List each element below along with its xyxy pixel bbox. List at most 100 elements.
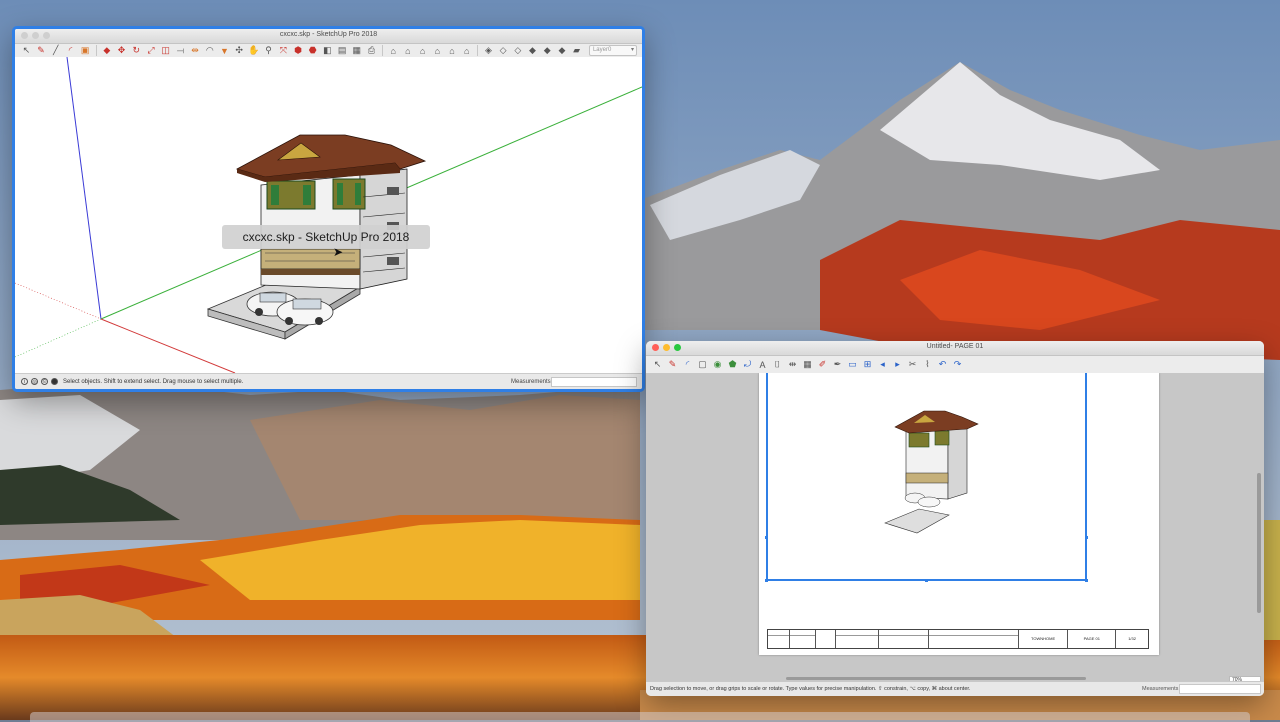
layer-icon[interactable]: ▰ bbox=[570, 44, 583, 57]
grip-handle[interactable] bbox=[1085, 579, 1088, 582]
zoom-extents-icon[interactable]: ⤧ bbox=[277, 44, 290, 57]
paint-bucket-icon[interactable]: ▼ bbox=[218, 44, 231, 57]
next-page-icon[interactable]: ▸ bbox=[891, 358, 904, 371]
status-message: Drag selection to move, or drag grips to… bbox=[650, 686, 971, 692]
arc-tool-icon[interactable]: ◜ bbox=[64, 44, 77, 57]
vertical-scrollbar[interactable] bbox=[1257, 473, 1261, 613]
sketchup-window[interactable]: cxcxc.skp - SketchUp Pro 2018 ↖ ✎ ╱ ◜ ▣ … bbox=[12, 26, 645, 392]
rectangle-tool-icon[interactable]: ▣ bbox=[79, 44, 92, 57]
top-view-icon[interactable]: ⌂ bbox=[402, 44, 415, 57]
horizontal-scrollbar[interactable] bbox=[786, 677, 1086, 680]
section-plane-icon[interactable]: ◧ bbox=[321, 44, 334, 57]
previous-page-icon[interactable]: ◂ bbox=[876, 358, 889, 371]
hidden-line-style-icon[interactable]: ◇ bbox=[511, 44, 524, 57]
component-icon[interactable]: ▤ bbox=[336, 44, 349, 57]
label-tool-icon[interactable]: ⌷ bbox=[771, 358, 784, 371]
grip-handle[interactable] bbox=[1085, 536, 1088, 539]
undo-icon[interactable]: ↶ bbox=[936, 358, 949, 371]
right-view-icon[interactable]: ⌂ bbox=[431, 44, 444, 57]
sketchup-titlebar[interactable]: cxcxc.skp - SketchUp Pro 2018 bbox=[15, 29, 642, 44]
table-tool-icon[interactable]: ▦ bbox=[801, 358, 814, 371]
orbit-tool-icon[interactable]: ✣ bbox=[233, 44, 246, 57]
geo-location-icon[interactable]: ◎ bbox=[31, 378, 38, 385]
eraser-tool-icon[interactable]: ✎ bbox=[35, 44, 48, 57]
dimension-tool-icon[interactable]: ⇹ bbox=[786, 358, 799, 371]
window-title: Untitled- PAGE 01 bbox=[926, 343, 984, 350]
redo-icon[interactable]: ↷ bbox=[951, 358, 964, 371]
layout-titlebar[interactable]: Untitled- PAGE 01 bbox=[646, 341, 1264, 356]
credits-icon[interactable]: © bbox=[41, 378, 48, 385]
rectangle-tool-icon[interactable]: ▢ bbox=[696, 358, 709, 371]
eraser-tool-icon[interactable]: ✐ bbox=[816, 358, 829, 371]
move-tool-icon[interactable]: ✥ bbox=[115, 44, 128, 57]
text-tool-icon[interactable]: A bbox=[756, 358, 769, 371]
layout-window[interactable]: Untitled- PAGE 01 ↖ ✎ ◜ ▢ ◉ ⬟ ⤾ A ⌷ ⇹ ▦ … bbox=[646, 341, 1264, 696]
warehouse-icon[interactable]: ⬢ bbox=[292, 44, 305, 57]
measurements-input[interactable] bbox=[551, 377, 637, 387]
scale-tool-icon[interactable]: ⤢ bbox=[145, 44, 158, 57]
layout-send-icon[interactable]: ▦ bbox=[350, 44, 363, 57]
sketchup-toolbar: ↖ ✎ ╱ ◜ ▣ ◆ ✥ ↻ ⤢ ◫ ⟞ ⇹ ◠ ▼ ✣ ✋ ⚲ ⤧ ⬢ ⬣ … bbox=[15, 44, 642, 58]
push-pull-tool-icon[interactable]: ◆ bbox=[101, 44, 114, 57]
select-tool-icon[interactable]: ↖ bbox=[20, 44, 33, 57]
layer-dropdown[interactable]: Layer0 bbox=[588, 45, 637, 56]
monochrome-style-icon[interactable]: ◆ bbox=[556, 44, 569, 57]
iso-view-icon[interactable]: ⌂ bbox=[387, 44, 400, 57]
rotate-tool-icon[interactable]: ↻ bbox=[130, 44, 143, 57]
wireframe-style-icon[interactable]: ◇ bbox=[497, 44, 510, 57]
arc-tool-icon[interactable]: ◜ bbox=[681, 358, 694, 371]
grip-handle[interactable] bbox=[925, 579, 928, 582]
dock[interactable] bbox=[30, 712, 1250, 722]
layout-canvas[interactable]: TOWNHOME PAGE 01 1/32 bbox=[646, 373, 1264, 681]
add-page-icon[interactable]: ⊞ bbox=[861, 358, 874, 371]
protractor-icon[interactable]: ◠ bbox=[203, 44, 216, 57]
measurements-label: Measurements bbox=[1142, 686, 1179, 692]
select-tool-icon[interactable]: ↖ bbox=[651, 358, 664, 371]
title-block: TOWNHOME PAGE 01 1/32 bbox=[767, 629, 1149, 649]
dimension-tool-icon[interactable]: ⇹ bbox=[189, 44, 202, 57]
sheet-number: 1/32 bbox=[1128, 636, 1136, 641]
xray-style-icon[interactable]: ◈ bbox=[482, 44, 495, 57]
layout-statusbar: Drag selection to move, or drag grips to… bbox=[646, 681, 1264, 696]
polygon-tool-icon[interactable]: ⬟ bbox=[726, 358, 739, 371]
model-scene bbox=[15, 57, 642, 373]
page-name: PAGE 01 bbox=[1083, 636, 1100, 641]
mouse-cursor-icon: ➤ bbox=[333, 245, 344, 259]
print-icon[interactable]: ⎙ bbox=[365, 44, 378, 57]
split-tool-icon[interactable]: ✂ bbox=[906, 358, 919, 371]
offset-tool-icon[interactable]: ⤾ bbox=[741, 358, 754, 371]
sketchup-model-viewport[interactable] bbox=[766, 373, 1087, 581]
tape-measure-icon[interactable]: ⟞ bbox=[174, 44, 187, 57]
grip-handle[interactable] bbox=[765, 536, 768, 539]
paper-page[interactable]: TOWNHOME PAGE 01 1/32 bbox=[759, 373, 1159, 655]
info-icon[interactable]: i bbox=[21, 378, 28, 385]
left-view-icon[interactable]: ⌂ bbox=[460, 44, 473, 57]
presentation-icon[interactable]: ▭ bbox=[846, 358, 859, 371]
circle-tool-icon[interactable]: ◉ bbox=[711, 358, 724, 371]
pencil-tool-icon[interactable]: ✎ bbox=[666, 358, 679, 371]
back-view-icon[interactable]: ⌂ bbox=[446, 44, 459, 57]
pan-tool-icon[interactable]: ✋ bbox=[248, 44, 261, 57]
style-tool-icon[interactable]: ✒ bbox=[831, 358, 844, 371]
sketchup-statusbar: i ◎ © Select objects. Shift to extend se… bbox=[15, 373, 642, 389]
extension-icon[interactable]: ⬣ bbox=[306, 44, 319, 57]
sketchup-viewport[interactable]: cxcxc.skp - SketchUp Pro 2018 ➤ bbox=[15, 57, 642, 373]
measurements-label: Measurements bbox=[511, 379, 551, 385]
project-name: TOWNHOME bbox=[1030, 636, 1056, 641]
window-title: cxcxc.skp - SketchUp Pro 2018 bbox=[279, 31, 378, 38]
window-title-tooltip: cxcxc.skp - SketchUp Pro 2018 bbox=[222, 225, 430, 249]
grip-handle[interactable] bbox=[765, 579, 768, 582]
offset-tool-icon[interactable]: ◫ bbox=[159, 44, 172, 57]
user-icon[interactable] bbox=[51, 378, 58, 385]
layout-toolbar: ↖ ✎ ◜ ▢ ◉ ⬟ ⤾ A ⌷ ⇹ ▦ ✐ ✒ ▭ ⊞ ◂ ▸ ✂ ⌇ ↶ … bbox=[646, 356, 1264, 374]
status-message: Select objects. Shift to extend select. … bbox=[63, 379, 244, 385]
shaded-style-icon[interactable]: ◆ bbox=[526, 44, 539, 57]
join-tool-icon[interactable]: ⌇ bbox=[921, 358, 934, 371]
red-axis bbox=[100, 318, 236, 373]
car-right bbox=[276, 298, 334, 326]
textured-style-icon[interactable]: ◆ bbox=[541, 44, 554, 57]
measurements-input[interactable] bbox=[1179, 684, 1261, 694]
front-view-icon[interactable]: ⌂ bbox=[416, 44, 429, 57]
line-tool-icon[interactable]: ╱ bbox=[49, 44, 62, 57]
zoom-tool-icon[interactable]: ⚲ bbox=[262, 44, 275, 57]
